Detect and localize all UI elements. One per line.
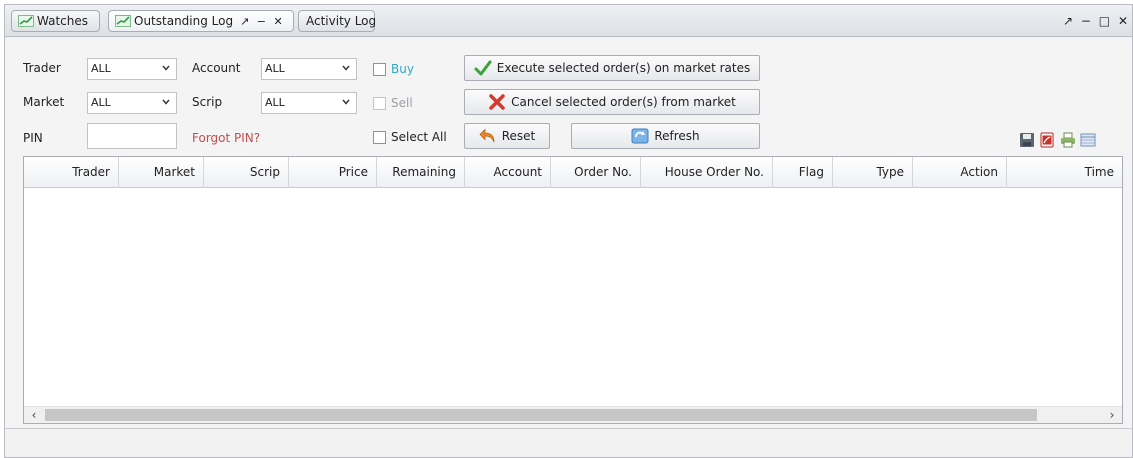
- account-select-value: ALL: [265, 62, 285, 75]
- execute-orders-button[interactable]: Execute selected order(s) on market rate…: [464, 55, 760, 81]
- account-label: Account: [192, 61, 241, 75]
- chevron-down-icon: [342, 65, 350, 71]
- sell-label: Sell: [391, 96, 413, 110]
- reset-button[interactable]: Reset: [464, 123, 550, 149]
- scroll-left-icon[interactable]: ‹: [26, 407, 42, 424]
- buy-checkbox[interactable]: Buy: [373, 62, 414, 76]
- execute-button-label: Execute selected order(s) on market rate…: [496, 61, 751, 75]
- column-header-account[interactable]: Account: [465, 157, 551, 188]
- forgot-pin-link[interactable]: Forgot PIN?: [192, 131, 260, 145]
- tab-label: Outstanding Log: [134, 14, 234, 28]
- red-cross-icon: [489, 94, 505, 110]
- select-all-checkbox[interactable]: Select All: [373, 130, 447, 144]
- pdf-icon[interactable]: [1039, 132, 1055, 148]
- window-controls[interactable]: ↗ − □ ✕: [1063, 14, 1130, 28]
- reset-button-label: Reset: [501, 129, 536, 143]
- tab-controls[interactable]: ↗ − ✕: [240, 15, 285, 28]
- trader-select-value: ALL: [91, 62, 111, 75]
- tab-label: Activity Log: [306, 14, 377, 28]
- scrip-select[interactable]: ALL: [261, 92, 357, 114]
- sell-checkbox[interactable]: Sell: [373, 96, 413, 110]
- column-header-type[interactable]: Type: [833, 157, 913, 188]
- scrip-label: Scrip: [192, 95, 223, 109]
- trader-select[interactable]: ALL: [87, 58, 177, 80]
- column-header-trader[interactable]: Trader: [24, 157, 119, 188]
- print-icon[interactable]: [1060, 132, 1076, 148]
- columns-icon[interactable]: [1080, 132, 1096, 148]
- chart-icon: [18, 15, 34, 27]
- column-header-house-order-no[interactable]: House Order No.: [641, 157, 773, 188]
- account-select[interactable]: ALL: [261, 58, 357, 80]
- outstanding-log-window: Watches Outstanding Log ↗ − ✕ Activity L…: [4, 4, 1133, 458]
- pin-label: PIN: [23, 131, 43, 145]
- market-select-value: ALL: [91, 96, 111, 109]
- scrip-select-value: ALL: [265, 96, 285, 109]
- column-header-scrip[interactable]: Scrip: [204, 157, 289, 188]
- pin-field[interactable]: [87, 123, 177, 149]
- tab-activity-log[interactable]: Activity Log: [298, 10, 377, 32]
- chart-icon: [115, 15, 131, 27]
- status-bar: [5, 428, 1132, 457]
- checkbox-box[interactable]: [373, 96, 386, 110]
- scrollbar-thumb[interactable]: [45, 409, 1037, 421]
- refresh-button[interactable]: Refresh: [571, 123, 760, 149]
- chevron-down-icon: [162, 99, 170, 105]
- buy-label: Buy: [391, 62, 414, 76]
- horizontal-scrollbar[interactable]: ‹ ›: [24, 406, 1122, 423]
- refresh-icon: [631, 128, 649, 144]
- save-icon[interactable]: [1019, 132, 1035, 148]
- chevron-down-icon: [342, 99, 350, 105]
- column-header-remaining[interactable]: Remaining: [377, 157, 465, 188]
- column-header-market[interactable]: Market: [119, 157, 204, 188]
- column-header-action[interactable]: Action: [913, 157, 1007, 188]
- column-header-order-no[interactable]: Order No.: [551, 157, 641, 188]
- market-select[interactable]: ALL: [87, 92, 177, 114]
- column-header-flag[interactable]: Flag: [773, 157, 833, 188]
- checkbox-box[interactable]: [373, 130, 386, 144]
- scroll-right-icon[interactable]: ›: [1104, 407, 1120, 424]
- tab-label: Watches: [37, 14, 88, 28]
- chevron-down-icon: [162, 65, 170, 71]
- refresh-button-label: Refresh: [654, 129, 700, 143]
- cancel-orders-button[interactable]: Cancel selected order(s) from market: [464, 89, 760, 115]
- select-all-label: Select All: [391, 130, 447, 144]
- column-header-price[interactable]: Price: [289, 157, 377, 188]
- tab-watches[interactable]: Watches: [11, 10, 100, 32]
- outstanding-orders-grid: Trader Market Scrip Price Remaining Acco…: [23, 156, 1123, 424]
- checkmark-icon: [474, 60, 492, 76]
- tab-outstanding-log[interactable]: Outstanding Log ↗ − ✕: [108, 10, 294, 32]
- trader-label: Trader: [23, 61, 61, 75]
- column-header-time[interactable]: Time: [1007, 157, 1122, 188]
- undo-arrow-icon: [479, 128, 495, 143]
- tab-bar: Watches Outstanding Log ↗ − ✕ Activity L…: [5, 5, 1132, 37]
- cancel-button-label: Cancel selected order(s) from market: [511, 95, 736, 109]
- checkbox-box[interactable]: [373, 62, 386, 76]
- grid-header: Trader Market Scrip Price Remaining Acco…: [24, 157, 1122, 188]
- market-label: Market: [23, 95, 65, 109]
